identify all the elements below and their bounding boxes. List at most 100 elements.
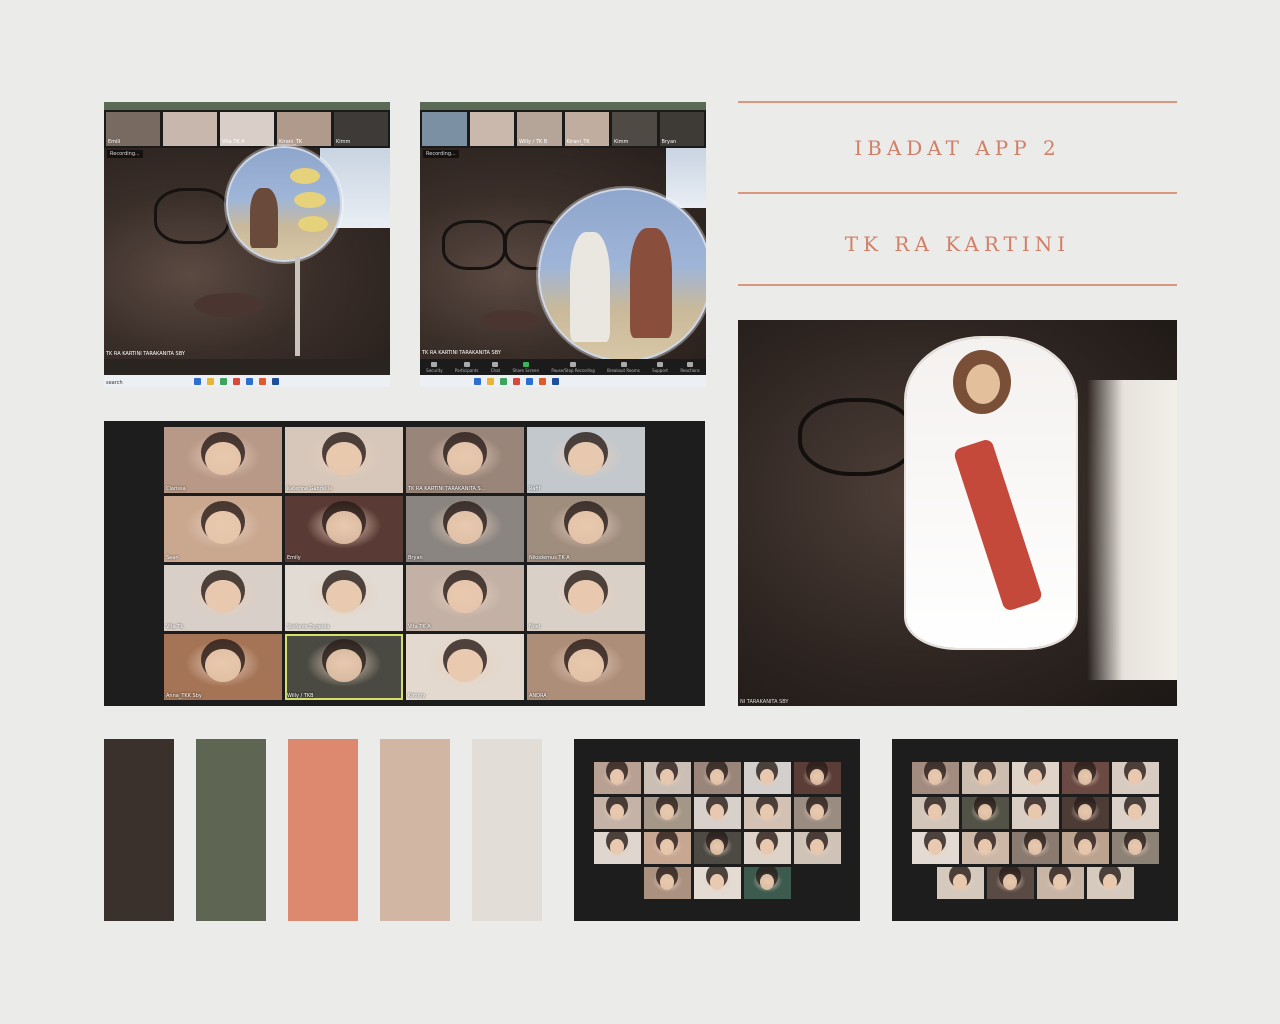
video-tile[interactable] — [793, 831, 841, 864]
app-icon — [207, 377, 214, 385]
video-tile[interactable] — [1111, 831, 1159, 864]
thumbnail-strip: Emili Vita TK A Kirani_TK Kimm — [104, 110, 390, 148]
video-tile[interactable]: TK RA KARTINI TARAKANITA S... — [406, 427, 524, 493]
toolbar-recording[interactable]: Pause/Stop Recording — [551, 361, 595, 373]
participant-face — [809, 803, 825, 820]
video-tile[interactable] — [1111, 761, 1159, 794]
video-tile[interactable]: Willy / TKB — [285, 634, 403, 700]
video-tile[interactable] — [936, 866, 984, 899]
toolbar-support[interactable]: Support — [652, 361, 668, 373]
video-tile[interactable] — [643, 866, 691, 899]
toolbar-share-screen[interactable]: Share Screen — [512, 361, 539, 373]
participant-name: ANDRA — [529, 693, 547, 699]
palette-swatch-terracotta — [288, 739, 358, 921]
video-tile[interactable]: Bryan — [406, 496, 524, 562]
zoom-gallery-main: Clarissa Katerine Gabriella TK RA KARTINI … — [104, 421, 705, 706]
video-tile[interactable] — [793, 796, 841, 829]
video-tile[interactable] — [1061, 796, 1109, 829]
video-tile[interactable]: Emily — [285, 496, 403, 562]
app-icon — [194, 377, 201, 385]
video-tile[interactable]: Clarissa — [164, 427, 282, 493]
zoom-top-strip — [420, 102, 706, 110]
video-tile[interactable] — [1011, 831, 1059, 864]
participant-face — [1127, 768, 1143, 785]
puppet-circle — [226, 146, 342, 262]
video-tile[interactable]: Rafif — [527, 427, 645, 493]
video-tile[interactable] — [961, 761, 1009, 794]
video-tile[interactable] — [643, 796, 691, 829]
video-tile[interactable] — [693, 796, 741, 829]
video-tile[interactable] — [1011, 796, 1059, 829]
toolbar-chat[interactable]: Chat — [491, 361, 500, 373]
video-tile[interactable] — [911, 831, 959, 864]
app-icon — [513, 377, 520, 385]
video-tile[interactable]: Sean — [164, 496, 282, 562]
video-tile[interactable] — [1011, 761, 1059, 794]
video-tile[interactable]: ANDRA — [527, 634, 645, 700]
video-tile[interactable] — [1111, 796, 1159, 829]
recording-indicator: Recording... — [107, 150, 143, 158]
windows-taskbar: search — [104, 375, 390, 387]
video-tile[interactable] — [693, 866, 741, 899]
participant-face — [1127, 803, 1143, 820]
participant-name: Anna_TKK Sby — [166, 693, 202, 699]
video-tile[interactable] — [911, 796, 959, 829]
video-tile[interactable] — [743, 866, 791, 899]
video-tile[interactable] — [593, 796, 641, 829]
participant-face — [659, 838, 675, 855]
video-tile[interactable] — [643, 761, 691, 794]
video-tile[interactable] — [961, 831, 1009, 864]
participant-thumb: Bryan — [659, 112, 704, 146]
video-tile[interactable] — [1086, 866, 1134, 899]
video-tile[interactable]: Vita TK A — [406, 565, 524, 631]
video-tile[interactable] — [693, 761, 741, 794]
video-tile[interactable] — [743, 796, 791, 829]
video-tile[interactable]: Stefanie Eugenia — [285, 565, 403, 631]
figure-face — [966, 364, 1000, 404]
lips-shape — [194, 293, 264, 317]
app-icon — [272, 377, 279, 385]
toolbar-reactions[interactable]: Reactions — [680, 361, 700, 373]
toolbar-participants[interactable]: Participants — [455, 361, 478, 373]
video-tile[interactable]: Noel — [527, 565, 645, 631]
video-tile[interactable] — [793, 761, 841, 794]
participant-thumb: Kimm — [334, 112, 388, 146]
video-tile[interactable] — [961, 796, 1009, 829]
participant-thumb: Willy / TK B — [517, 112, 562, 146]
grid-icon — [620, 361, 627, 367]
video-tile[interactable] — [1036, 866, 1084, 899]
video-tile[interactable] — [911, 761, 959, 794]
toolbar-breakout[interactable]: Breakout Rooms — [607, 361, 640, 373]
app-icon — [500, 377, 507, 385]
video-tile[interactable] — [743, 761, 791, 794]
share-icon — [522, 361, 529, 367]
window-light — [666, 148, 706, 208]
participant-thumb: Kirani_TK — [564, 112, 609, 146]
video-tile[interactable] — [643, 831, 691, 864]
participant-face — [977, 838, 993, 855]
app-icon — [539, 377, 546, 385]
video-tile[interactable]: Nikodemus TK A — [527, 496, 645, 562]
video-tile[interactable] — [693, 831, 741, 864]
video-tile[interactable] — [593, 831, 641, 864]
meeting-name: TK RA KARTINI TARAKANITA SBY — [422, 350, 501, 356]
participant-face — [568, 510, 604, 544]
toolbar-security[interactable]: Security — [426, 361, 443, 373]
participant-name: Noel — [529, 624, 541, 630]
video-tile[interactable] — [1061, 761, 1109, 794]
video-tile[interactable] — [986, 866, 1034, 899]
video-tile[interactable]: Anna_TKK Sby — [164, 634, 282, 700]
participant-face — [609, 768, 625, 785]
video-tile[interactable] — [593, 761, 641, 794]
participant-name: Willy / TKB — [287, 693, 314, 699]
video-tile[interactable]: Kimmy — [406, 634, 524, 700]
video-tile[interactable]: Vita Tk — [164, 565, 282, 631]
participant-name: Clarissa — [166, 486, 186, 492]
participant-face — [1077, 803, 1093, 820]
participant-face — [568, 579, 604, 613]
cloud-shape — [294, 192, 326, 208]
video-tile[interactable] — [743, 831, 791, 864]
video-tile[interactable] — [1061, 831, 1109, 864]
app-icon — [259, 377, 266, 385]
video-tile[interactable]: Katerine Gabriella — [285, 427, 403, 493]
